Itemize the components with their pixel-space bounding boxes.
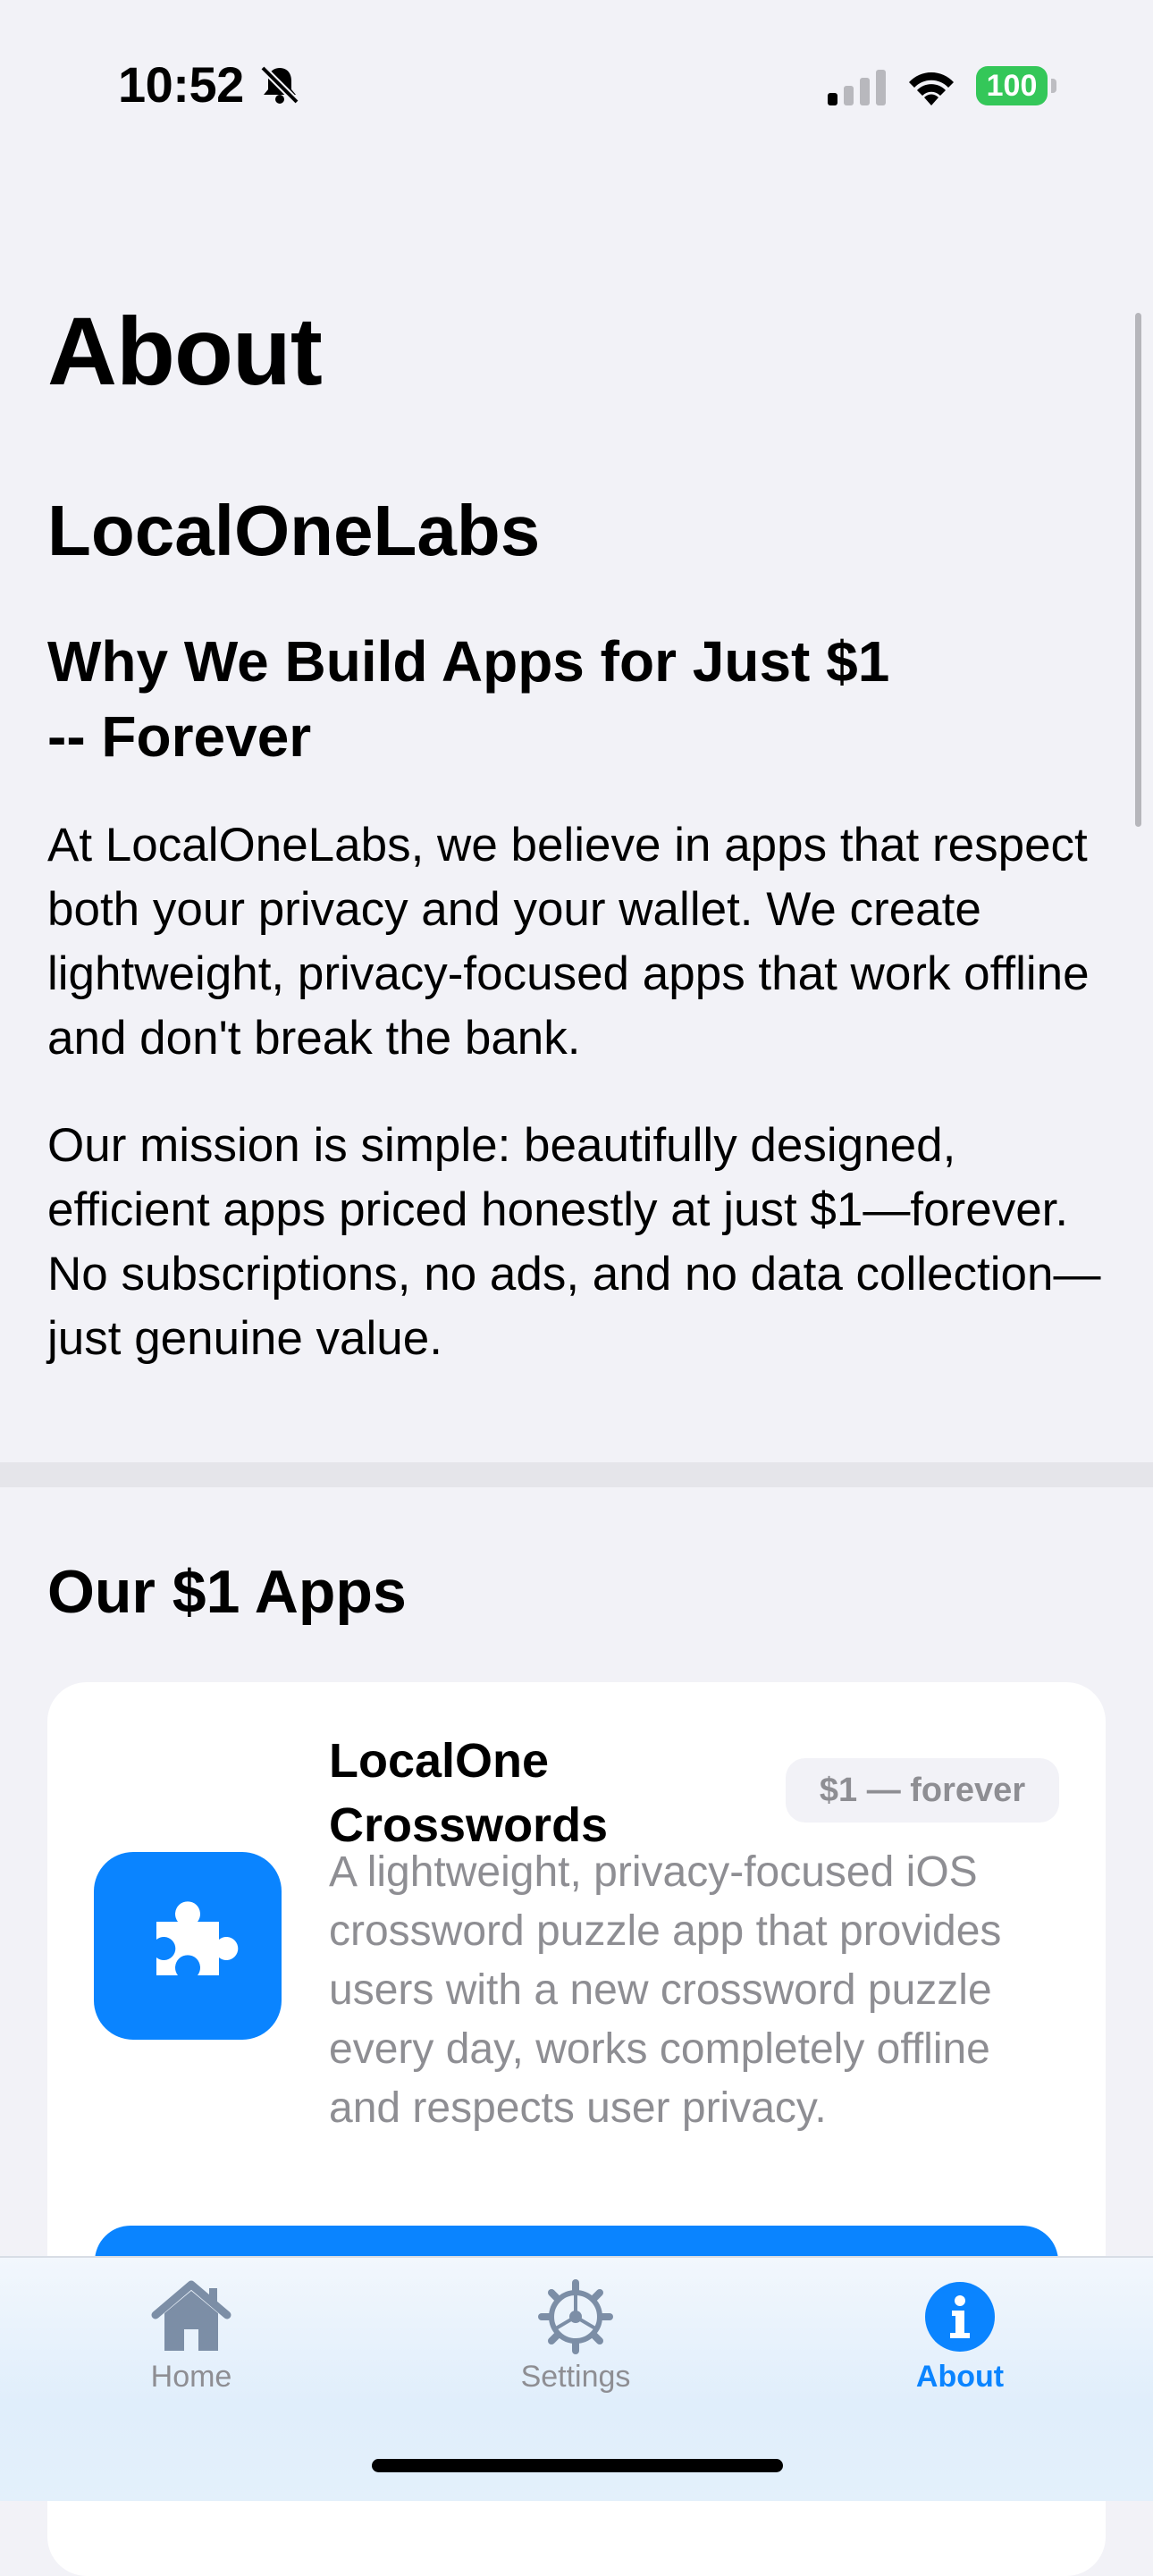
apps-section-title: Our $1 Apps (47, 1558, 407, 1626)
tab-about[interactable]: About (844, 2279, 1076, 2395)
status-time: 10:52 (118, 56, 244, 113)
pricing-heading-line1: Why We Build Apps for Just $1 (47, 629, 890, 694)
house-icon (151, 2280, 231, 2351)
home-indicator[interactable] (372, 2459, 783, 2472)
scroll-indicator[interactable] (1135, 313, 1141, 827)
app-icon (94, 1852, 282, 2040)
page-title: About (47, 297, 323, 405)
battery-icon: 100 (976, 66, 1056, 105)
info-icon (925, 2282, 995, 2352)
puzzle-piece-icon (156, 1901, 239, 1975)
app-description: A lightweight, privacy-focused iOS cross… (329, 1848, 1002, 2132)
battery-nub (1051, 79, 1056, 93)
pricing-heading: Why We Build Apps for Just $1 -- Forever (47, 624, 941, 774)
about-paragraph-2: Our mission is simple: beautifully desig… (47, 1119, 1101, 1365)
bell-slash-icon (260, 65, 299, 105)
tab-home[interactable]: Home (75, 2279, 307, 2395)
about-paragraph-1: At LocalOneLabs, we believe in apps that… (47, 819, 1090, 1065)
company-name: LocalOneLabs (47, 491, 541, 570)
app-name: LocalOne Crosswords (329, 1729, 749, 1857)
wifi-icon (909, 72, 954, 105)
tab-home-label: Home (150, 2360, 232, 2394)
pricing-heading-line2: -- Forever (47, 704, 312, 769)
tab-settings-label: Settings (520, 2360, 631, 2394)
app-name-line1: LocalOne (329, 1734, 550, 1788)
gear-icon (538, 2279, 613, 2354)
battery-level: 100 (976, 66, 1048, 105)
cellular-signal-icon (828, 70, 886, 105)
section-divider (0, 1462, 1153, 1487)
status-bar: 10:52 100 (0, 0, 1153, 170)
tab-settings[interactable]: Settings (459, 2279, 692, 2395)
price-badge: $1 — forever (786, 1758, 1059, 1823)
tab-about-label: About (915, 2360, 1005, 2394)
